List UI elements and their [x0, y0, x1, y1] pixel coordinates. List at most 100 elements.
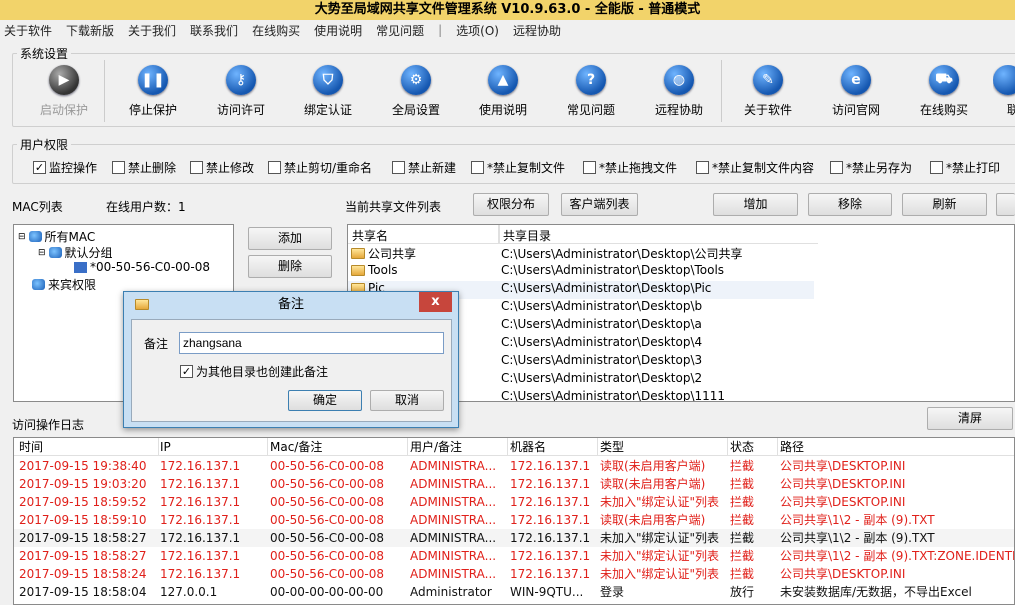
add-mac-button[interactable]: 添加: [248, 227, 332, 250]
log-row[interactable]: 2017-09-15 18:59:52 172.16.137.1 00-50-56-…: [14, 493, 1014, 511]
toolbar-shield-button[interactable]: ⛉ 绑定认证: [289, 65, 367, 118]
computer-icon: [74, 261, 87, 273]
permission-label: 监控操作: [49, 161, 98, 175]
log-column-header[interactable]: 用户/备注: [410, 438, 508, 456]
share-row[interactable]: Tools C:\Users\Administrator\Desktop\Tool…: [348, 263, 814, 281]
apply-to-others-option[interactable]: ✓ 为其他目录也创建此备注: [180, 363, 328, 380]
permission-option[interactable]: 禁止新建: [392, 159, 456, 176]
permission-checkbox[interactable]: [190, 161, 203, 174]
permission-option[interactable]: 禁止删除: [112, 159, 176, 176]
log-column-header[interactable]: 时间: [19, 438, 159, 456]
toolbar-gear-button[interactable]: ⚙ 全局设置: [377, 65, 455, 118]
menu-remote-help[interactable]: 远程协助: [513, 22, 561, 39]
permission-checkbox[interactable]: [930, 161, 943, 174]
extra-toolbar-button[interactable]: [996, 193, 1015, 216]
refresh-button[interactable]: 刷新: [902, 193, 987, 216]
permission-checkbox[interactable]: [268, 161, 281, 174]
menu-download[interactable]: 下载新版: [66, 22, 114, 39]
log-cell: 公司共享\1\2 - 副本 (9).TXT:ZONE.IDENTIF: [780, 549, 1015, 563]
access-log-table[interactable]: 时间 IP Mac/备注 用户/备注 机器名 类型 状态 路径 2017-09-15 19:3…: [13, 437, 1015, 605]
toolbar-browser-e-button[interactable]: e 访问官网: [817, 65, 895, 118]
apply-to-others-checkbox[interactable]: ✓: [180, 365, 193, 378]
log-column-header[interactable]: Mac/备注: [270, 438, 408, 456]
log-column-header[interactable]: 类型: [600, 438, 728, 456]
col-share-name[interactable]: 共享名: [352, 227, 498, 245]
permission-option[interactable]: *禁止另存为: [830, 159, 912, 176]
toolbar-play-button[interactable]: ▶ 启动保护: [25, 65, 103, 118]
tree-node-default-group[interactable]: ⊟ 默认分组: [38, 244, 113, 261]
toolbar-label: 停止保护: [128, 103, 177, 117]
log-column-header[interactable]: IP: [160, 438, 268, 456]
toolbar-separator: [104, 60, 105, 122]
toolbar-question-button[interactable]: ? 常见问题: [552, 65, 630, 118]
permission-option[interactable]: *禁止复制文件内容: [696, 159, 814, 176]
log-row[interactable]: 2017-09-15 18:58:27 172.16.137.1 00-50-56-…: [14, 547, 1015, 565]
clear-screen-button[interactable]: 清屏: [927, 407, 1013, 430]
toolbar-contact-button[interactable]: 联: [993, 65, 1015, 118]
permission-checkbox[interactable]: [392, 161, 405, 174]
toolbar-globe-button[interactable]: ◍ 远程协助: [640, 65, 718, 118]
menu-buy-online[interactable]: 在线购买: [252, 22, 300, 39]
log-column-header[interactable]: 状态: [730, 438, 778, 456]
ok-button[interactable]: 确定: [288, 390, 362, 411]
log-cell: ADMINISTRA...: [410, 477, 497, 491]
toolbar-graduation-cap-button[interactable]: ▲ 使用说明: [464, 65, 542, 118]
log-cell: 00-50-56-C0-00-08: [270, 459, 385, 473]
permission-checkbox[interactable]: [112, 161, 125, 174]
log-cell: 未加入"绑定认证"列表: [600, 567, 720, 581]
graduation-cap-icon: ▲: [488, 65, 518, 95]
log-cell: 00-50-56-C0-00-08: [270, 495, 385, 509]
menu-contact[interactable]: 联系我们: [190, 22, 238, 39]
permission-checkbox[interactable]: [583, 161, 596, 174]
note-input[interactable]: [179, 332, 444, 354]
permission-option[interactable]: *禁止打印: [930, 159, 1000, 176]
toolbar-pause-button[interactable]: ❚❚ 停止保护: [114, 65, 192, 118]
cancel-button[interactable]: 取消: [370, 390, 444, 411]
tree-node-mac-address[interactable]: *00-50-56-C0-00-08: [74, 260, 210, 274]
log-column-header[interactable]: 路径: [780, 438, 1014, 456]
menu-about-software[interactable]: 关于软件: [4, 22, 52, 39]
menu-faq[interactable]: 常见问题: [376, 22, 424, 39]
permission-checkbox[interactable]: [830, 161, 843, 174]
log-row[interactable]: 2017-09-15 19:38:40 172.16.137.1 00-50-56-…: [14, 457, 1014, 475]
toolbar-key-button[interactable]: ⚷ 访问许可: [202, 65, 280, 118]
permission-checkbox[interactable]: ✓: [33, 161, 46, 174]
tree-node-all-mac[interactable]: ⊟ 所有MAC: [18, 228, 95, 245]
log-cell: 2017-09-15 18:58:04: [19, 585, 147, 599]
menu-manual[interactable]: 使用说明: [314, 22, 362, 39]
share-path-cell: C:\Users\Administrator\Desktop\Tools: [501, 263, 725, 277]
log-cell: 172.16.137.1: [160, 531, 241, 545]
log-row[interactable]: 2017-09-15 18:58:27 172.16.137.1 00-50-56-…: [14, 529, 1014, 547]
log-row[interactable]: 2017-09-15 18:59:10 172.16.137.1 00-50-56-…: [14, 511, 1014, 529]
log-cell: ADMINISTRA...: [410, 549, 497, 563]
share-row[interactable]: 公司共享 C:\Users\Administrator\Desktop\公司共享: [348, 245, 814, 263]
remove-share-button[interactable]: 移除: [808, 193, 892, 216]
menu-about-us[interactable]: 关于我们: [128, 22, 176, 39]
permission-distribution-button[interactable]: 权限分布: [473, 193, 549, 216]
permission-option[interactable]: ✓ 监控操作: [33, 159, 97, 176]
permission-label: *禁止打印: [946, 161, 1001, 175]
log-row[interactable]: 2017-09-15 19:03:20 172.16.137.1 00-50-56-…: [14, 475, 1014, 493]
permission-checkbox[interactable]: [471, 161, 484, 174]
permission-checkbox[interactable]: [696, 161, 709, 174]
log-column-header[interactable]: 机器名: [510, 438, 598, 456]
col-share-dir[interactable]: 共享目录: [503, 227, 551, 245]
log-row[interactable]: 2017-09-15 18:58:24 172.16.137.1 00-50-56-…: [14, 565, 1014, 583]
toolbar-cart-button[interactable]: ⛟ 在线购买: [905, 65, 983, 118]
permission-option[interactable]: *禁止拖拽文件: [583, 159, 677, 176]
menu-separator: |: [438, 23, 443, 37]
permission-label: *禁止拖拽文件: [599, 161, 678, 175]
permission-option[interactable]: *禁止复制文件: [471, 159, 565, 176]
permission-option[interactable]: 禁止修改: [190, 159, 254, 176]
close-button[interactable]: x: [419, 292, 452, 312]
tree-node-guest[interactable]: 来宾权限: [32, 276, 96, 293]
log-cell: 拦截: [730, 549, 755, 563]
client-list-button[interactable]: 客户端列表: [561, 193, 638, 216]
menu-options[interactable]: 选项(O): [456, 22, 499, 39]
toolbar-pen-button[interactable]: ✎ 关于软件: [729, 65, 807, 118]
log-row[interactable]: 2017-09-15 18:58:04 127.0.0.1 00-00-00-00-…: [14, 583, 1014, 601]
delete-mac-button[interactable]: 删除: [248, 255, 332, 278]
log-cell: 172.16.137.1: [510, 513, 591, 527]
add-share-button[interactable]: 增加: [713, 193, 798, 216]
permission-option[interactable]: 禁止剪切/重命名: [268, 159, 372, 176]
